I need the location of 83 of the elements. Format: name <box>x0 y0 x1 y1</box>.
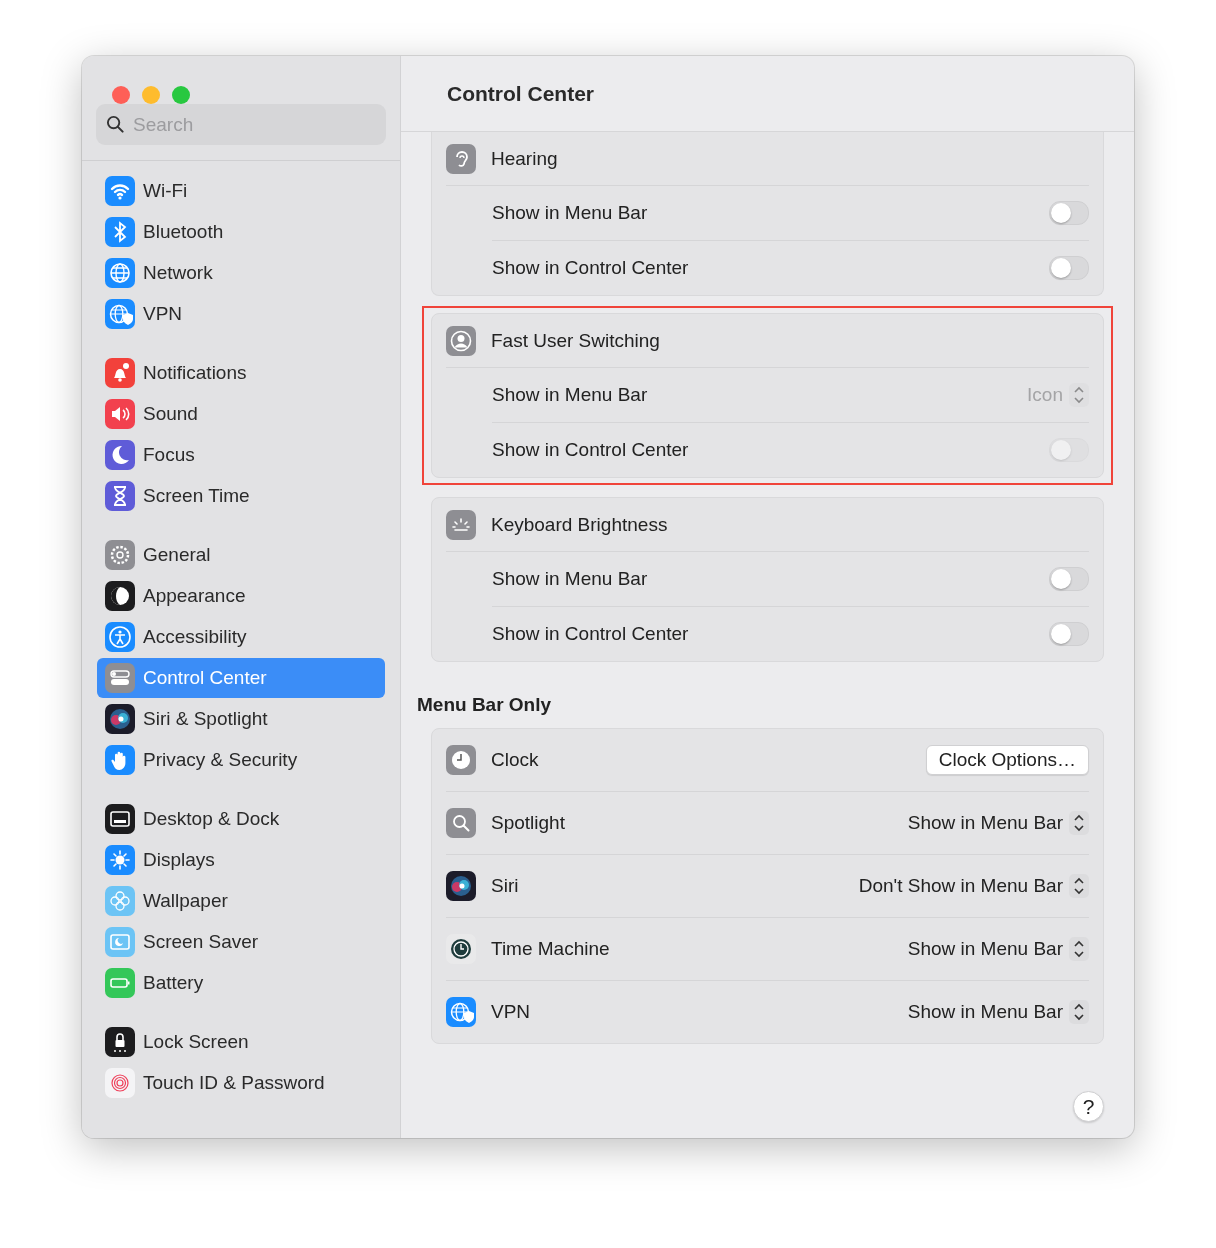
toggle-switch[interactable] <box>1049 567 1089 591</box>
sun-icon <box>105 845 135 875</box>
gear-icon <box>105 540 135 570</box>
toggle-switch[interactable] <box>1049 201 1089 225</box>
speaker-icon <box>105 399 135 429</box>
globe-shield-icon <box>105 299 135 329</box>
search-field[interactable]: Search <box>96 104 386 145</box>
stepper-icon <box>1069 811 1089 835</box>
stepper-icon <box>1069 874 1089 898</box>
wifi-icon <box>105 176 135 206</box>
search-icon <box>106 115 125 134</box>
stepper-icon <box>1069 1000 1089 1024</box>
sidebar-item[interactable]: VPN <box>97 294 385 334</box>
section-title: Hearing <box>491 147 558 170</box>
ear-icon <box>446 143 476 174</box>
close-button[interactable] <box>112 86 130 104</box>
bell-icon <box>105 358 135 388</box>
stepper-icon <box>1069 937 1089 961</box>
hourglass-icon <box>105 481 135 511</box>
globe-icon <box>105 258 135 288</box>
picture-frame-icon <box>105 927 135 957</box>
row-label: Spotlight <box>491 812 566 834</box>
dock-icon <box>105 804 135 834</box>
row-label: Show in Control Center <box>492 623 689 645</box>
row-label: Show in Menu Bar <box>492 568 648 590</box>
sidebar-item[interactable]: General <box>97 535 385 575</box>
help-button[interactable]: ? <box>1073 1091 1104 1122</box>
clock-icon <box>446 745 476 775</box>
sidebar-item[interactable]: Bluetooth <box>97 212 385 252</box>
lock-icon <box>105 1027 135 1057</box>
bluetooth-icon <box>105 217 135 247</box>
sidebar-item[interactable]: Network <box>97 253 385 293</box>
sidebar-item[interactable]: Screen Saver <box>97 922 385 962</box>
window-title: Control Center <box>447 81 594 106</box>
sidebar-item[interactable]: Wi-Fi <box>97 171 385 211</box>
sidebar-item[interactable]: Privacy & Security <box>97 740 385 780</box>
sidebar-item[interactable]: Displays <box>97 840 385 880</box>
light-rays-icon <box>446 509 476 540</box>
siri-orb-icon <box>446 871 476 901</box>
toggle-switch[interactable] <box>1049 622 1089 646</box>
section-title: Keyboard Brightness <box>491 513 668 536</box>
minimize-button[interactable] <box>142 86 160 104</box>
battery-icon <box>105 968 135 998</box>
toggles-icon <box>105 663 135 693</box>
popup-button[interactable]: Don't Show in Menu Bar <box>858 874 1089 898</box>
toggle-switch[interactable] <box>1049 256 1089 280</box>
person-icon <box>446 325 476 356</box>
moon-icon <box>105 440 135 470</box>
sidebar-item[interactable]: Notifications <box>97 353 385 393</box>
popup-button[interactable]: Show in Menu Bar <box>907 937 1089 961</box>
sidebar-item[interactable]: Appearance <box>97 576 385 616</box>
row-label: Clock <box>491 749 540 771</box>
search-icon <box>446 808 476 838</box>
siri-orb-icon <box>105 704 135 734</box>
popup-button[interactable]: Show in Menu Bar <box>907 1000 1089 1024</box>
row-label: Show in Menu Bar <box>492 384 648 406</box>
row-label: Show in Menu Bar <box>492 202 648 224</box>
hand-icon <box>105 745 135 775</box>
popup-button[interactable]: Show in Menu Bar <box>907 811 1089 835</box>
sidebar-item[interactable]: Desktop & Dock <box>97 799 385 839</box>
sidebar-item[interactable]: Accessibility <box>97 617 385 657</box>
sidebar-item[interactable]: Sound <box>97 394 385 434</box>
sidebar-item[interactable]: Siri & Spotlight <box>97 699 385 739</box>
row-label: Time Machine <box>491 938 611 960</box>
row-label: Show in Control Center <box>492 257 689 279</box>
section-title: Fast User Switching <box>491 329 660 352</box>
clock-options-button[interactable]: Clock Options… <box>925 745 1089 775</box>
row-label: Show in Control Center <box>492 439 689 461</box>
globe-shield-icon <box>446 997 476 1027</box>
sidebar-item[interactable]: Touch ID & Password <box>97 1063 385 1103</box>
accessibility-icon <box>105 622 135 652</box>
sidebar-item[interactable]: Wallpaper <box>97 881 385 921</box>
sidebar-item[interactable]: Lock Screen <box>97 1022 385 1062</box>
search-input[interactable]: Search <box>133 104 376 145</box>
section-heading: Menu Bar Only <box>416 693 553 716</box>
sidebar-item[interactable]: Screen Time <box>97 476 385 516</box>
sidebar-item[interactable]: Battery <box>97 963 385 1003</box>
sidebar-item[interactable]: Focus <box>97 435 385 475</box>
row-label: VPN <box>491 1001 532 1023</box>
row-label: Siri <box>491 875 520 897</box>
zoom-button[interactable] <box>172 86 190 104</box>
flower-icon <box>105 886 135 916</box>
fingerprint-icon <box>105 1068 135 1098</box>
